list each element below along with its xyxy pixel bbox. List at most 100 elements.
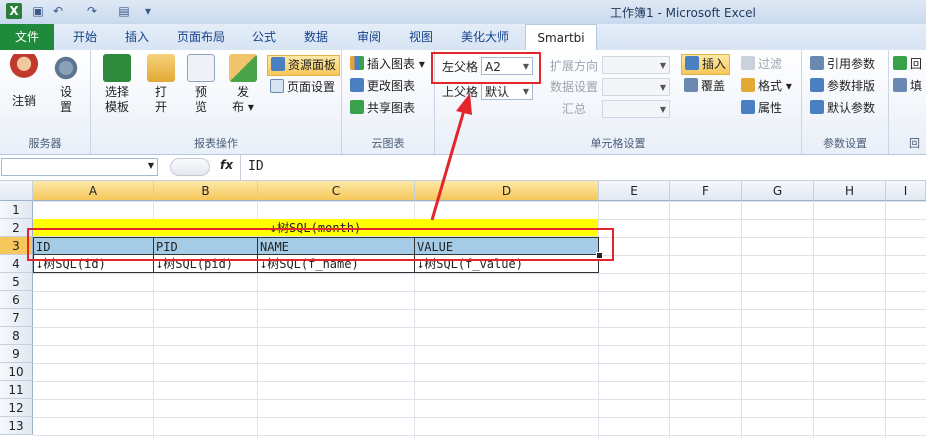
preview-button[interactable]: 预 览 bbox=[183, 54, 219, 130]
default-params-button[interactable]: 默认参数 bbox=[810, 99, 875, 118]
share-chart-button[interactable]: 共享图表 bbox=[350, 99, 415, 118]
formula-input[interactable]: ID bbox=[248, 159, 264, 174]
data-settings-select: ▼ bbox=[602, 78, 670, 96]
resource-panel-button[interactable]: 资源面板 bbox=[267, 55, 341, 76]
column-header-c[interactable]: C bbox=[258, 181, 415, 201]
panel-icon bbox=[271, 57, 285, 71]
column-header-f[interactable]: F bbox=[670, 181, 742, 201]
change-chart-button[interactable]: 更改图表 bbox=[350, 77, 415, 96]
column-header-i[interactable]: I bbox=[886, 181, 926, 201]
redo-icon[interactable]: ↷ bbox=[84, 3, 100, 19]
format-button[interactable]: 格式 ▾ bbox=[741, 77, 792, 96]
tab-insert[interactable]: 插入 bbox=[112, 24, 162, 50]
customize-toolbar-icon[interactable]: ▾ bbox=[140, 3, 156, 19]
property-icon bbox=[741, 100, 755, 114]
tab-smartbi[interactable]: Smartbi bbox=[525, 24, 597, 52]
undo-icon[interactable]: ↶ bbox=[50, 3, 66, 19]
annotation-arrow bbox=[430, 93, 472, 221]
annotation-arrow-line bbox=[430, 106, 467, 221]
select-all-corner[interactable] bbox=[0, 181, 33, 201]
expand-direction-label: 扩展方向 bbox=[550, 59, 599, 73]
publish-button[interactable]: 发 布 ▾ bbox=[225, 54, 261, 130]
format-brush-icon bbox=[741, 78, 755, 92]
column-header-g[interactable]: G bbox=[742, 181, 814, 201]
save-icon[interactable]: ▣ bbox=[30, 3, 46, 19]
expand-direction-select: ▼ bbox=[602, 56, 670, 74]
column-header-a[interactable]: A bbox=[33, 181, 154, 201]
tab-formulas[interactable]: 公式 bbox=[240, 24, 288, 50]
row-header[interactable]: 9 bbox=[0, 345, 33, 363]
row-header[interactable]: 11 bbox=[0, 381, 33, 399]
column-header-b[interactable]: B bbox=[154, 181, 258, 201]
print-preview-icon[interactable]: ▤ bbox=[116, 3, 132, 19]
row-header[interactable]: 13 bbox=[0, 417, 33, 435]
group-param-settings: 引用参数 参数排版 默认参数 参数设置 bbox=[802, 50, 889, 154]
column-header-e[interactable]: E bbox=[599, 181, 670, 201]
cover-icon bbox=[684, 78, 698, 92]
excel-logo-icon: X bbox=[6, 3, 22, 19]
open-button[interactable]: 打 开 bbox=[143, 54, 179, 130]
settings-button[interactable]: 设 置 bbox=[48, 54, 84, 130]
group-label-report: 报表操作 bbox=[194, 137, 238, 150]
select-template-button[interactable]: 选择 模板 bbox=[97, 54, 137, 130]
tab-home[interactable]: 开始 bbox=[60, 24, 110, 50]
annotation-arrow-head bbox=[456, 93, 472, 115]
tab-data[interactable]: 数据 bbox=[292, 24, 340, 50]
grid-line bbox=[669, 201, 670, 438]
tab-page-layout[interactable]: 页面布局 bbox=[165, 24, 237, 50]
change-chart-icon bbox=[350, 78, 364, 92]
tab-view[interactable]: 视图 bbox=[397, 24, 445, 50]
tab-beautify[interactable]: 美化大师 bbox=[452, 24, 518, 50]
param-layout-icon bbox=[810, 78, 824, 92]
row-header[interactable]: 12 bbox=[0, 399, 33, 417]
ref-params-button[interactable]: 引用参数 bbox=[810, 55, 875, 74]
formula-controls[interactable] bbox=[170, 158, 210, 176]
row-header[interactable]: 5 bbox=[0, 273, 33, 291]
cover-mode-button[interactable]: 覆盖 bbox=[684, 77, 725, 96]
group-label-params: 参数设置 bbox=[823, 137, 867, 150]
title-bar: X ▣ ↶ ↷ ▤ ▾ 工作簿1 - Microsoft Excel bbox=[0, 0, 926, 25]
check-icon bbox=[893, 56, 907, 70]
param-layout-button[interactable]: 参数排版 bbox=[810, 77, 875, 96]
filter-icon bbox=[741, 56, 755, 70]
dropdown-arrow-icon: ▼ bbox=[522, 87, 529, 96]
logout-button[interactable]: 注销 bbox=[6, 54, 42, 130]
row-header[interactable]: 1 bbox=[0, 201, 33, 219]
insert-chart-button[interactable]: 插入图表 ▾ bbox=[350, 55, 425, 74]
group-cell-settings: 左父格 A2 ▼ 上父格 默认 ▼ 扩展方向 ▼ 数据设置 ▼ 汇总 ▼ 插入 覆盖… bbox=[431, 50, 802, 154]
extra-button-2[interactable]: 填 bbox=[893, 77, 922, 96]
excel-template-icon bbox=[103, 54, 131, 82]
upper-parent-select[interactable]: 默认 ▼ bbox=[481, 82, 533, 100]
data-settings-label: 数据设置 bbox=[550, 80, 599, 94]
document-icon bbox=[187, 54, 215, 82]
column-header-h[interactable]: H bbox=[814, 181, 886, 201]
window-title: 工作簿1 - Microsoft Excel bbox=[610, 6, 756, 20]
insert-function-icon[interactable]: fx bbox=[220, 158, 233, 172]
chevron-down-icon[interactable]: ▼ bbox=[148, 161, 154, 170]
row-header[interactable]: 6 bbox=[0, 291, 33, 309]
share-chart-icon bbox=[350, 100, 364, 114]
tab-review[interactable]: 审阅 bbox=[345, 24, 393, 50]
page-settings-button[interactable]: 页面设置 bbox=[270, 78, 335, 97]
tab-file[interactable]: 文件 bbox=[0, 24, 54, 50]
dropdown-arrow-icon: ▼ bbox=[659, 105, 666, 114]
grid-line bbox=[885, 201, 886, 438]
row-header[interactable]: 10 bbox=[0, 363, 33, 381]
user-icon bbox=[10, 54, 38, 82]
fill-icon bbox=[893, 78, 907, 92]
group-label-extra: 回 bbox=[909, 137, 920, 150]
property-button[interactable]: 属性 bbox=[741, 99, 782, 118]
bar-chart-icon bbox=[350, 56, 364, 70]
row-header[interactable]: 8 bbox=[0, 327, 33, 345]
page-settings-icon bbox=[270, 79, 284, 93]
row-header[interactable]: 7 bbox=[0, 309, 33, 327]
divider bbox=[240, 155, 241, 180]
default-params-icon bbox=[810, 100, 824, 114]
insert-mode-button[interactable]: 插入 bbox=[681, 54, 731, 75]
name-box[interactable]: ▼ bbox=[1, 158, 158, 176]
filter-button: 过滤 bbox=[741, 55, 782, 74]
insert-rows-icon bbox=[685, 56, 699, 70]
dropdown-arrow-icon: ▼ bbox=[659, 83, 666, 92]
summary-select: ▼ bbox=[602, 100, 670, 118]
extra-button-1[interactable]: 回 bbox=[893, 55, 922, 74]
